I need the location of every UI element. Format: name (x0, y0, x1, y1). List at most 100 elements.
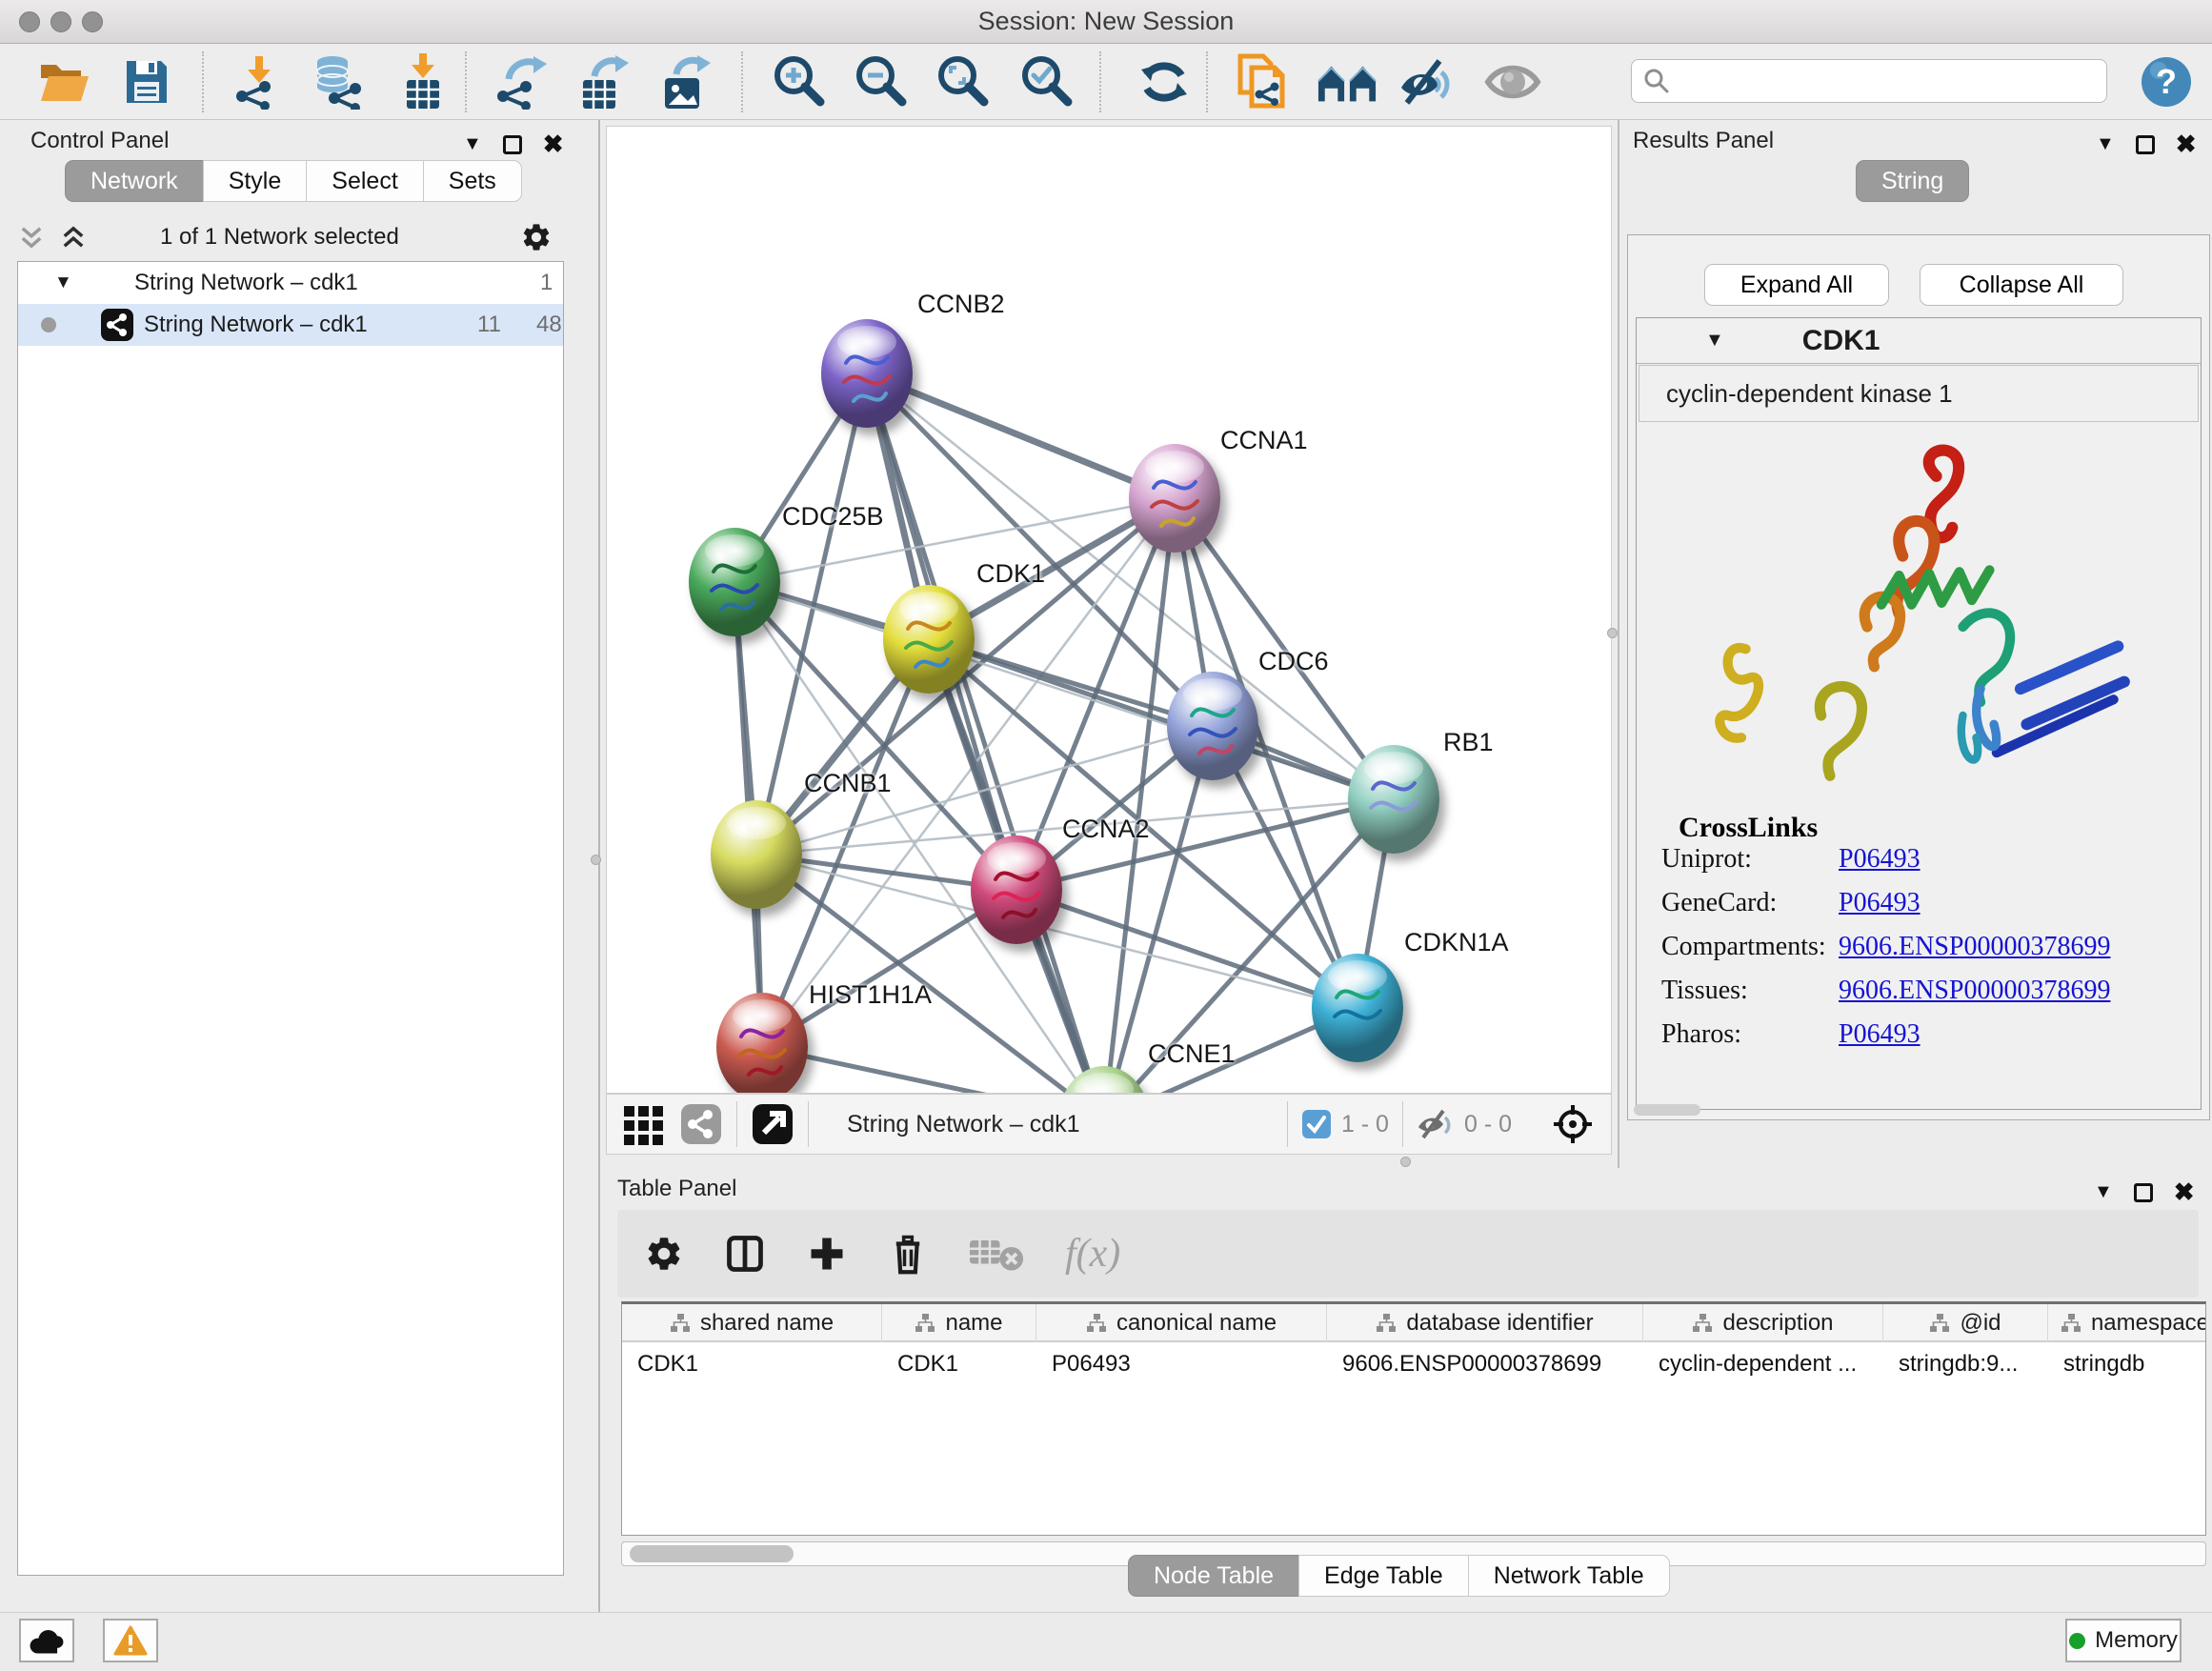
tab-string[interactable]: String (1856, 160, 1969, 202)
crosslink-link[interactable]: 9606.ENSP00000378699 (1839, 976, 2110, 1006)
node-CDC25B[interactable] (689, 528, 780, 636)
panel-float-icon[interactable]: ▼ (2096, 133, 2115, 155)
add-column-icon[interactable] (806, 1233, 848, 1275)
node-HIST1H1A[interactable] (716, 993, 808, 1094)
panel-maximize-icon[interactable] (2136, 135, 2155, 154)
node-CDK1[interactable] (883, 585, 975, 694)
collapse-all-icon[interactable] (17, 223, 46, 252)
panel-close-icon[interactable]: ✖ (2174, 1178, 2195, 1207)
node-CCNB2[interactable] (821, 319, 913, 428)
fit-selected-crosshair-icon[interactable] (1552, 1103, 1594, 1145)
search-input[interactable] (1670, 68, 2089, 94)
show-columns-icon[interactable] (724, 1233, 766, 1275)
bottom-splitter-handle[interactable] (1400, 1157, 1411, 1167)
tab-edge-table[interactable]: Edge Table (1298, 1555, 1469, 1597)
tab-style[interactable]: Style (203, 160, 308, 202)
grid-view-icon[interactable] (622, 1102, 666, 1146)
network-options-gear-icon[interactable] (520, 221, 553, 253)
network-view-icon[interactable] (679, 1102, 723, 1146)
column-header-sharedname[interactable]: shared name (622, 1304, 882, 1342)
node-CCNE1[interactable] (1058, 1066, 1150, 1094)
panel-close-icon[interactable]: ✖ (543, 130, 564, 159)
panel-float-icon[interactable]: ▼ (2094, 1181, 2113, 1203)
network-view-canvas[interactable]: CCNB2CCNA1CDC25BCDK1CDC6RB1CCNB1CCNA2CDK… (606, 126, 1612, 1094)
zoom-selected-button[interactable] (1016, 53, 1076, 111)
panel-maximize-icon[interactable] (2134, 1183, 2153, 1202)
column-header-description[interactable]: description (1643, 1304, 1883, 1342)
warnings-button[interactable] (103, 1619, 158, 1662)
collapse-all-button[interactable]: Collapse All (1920, 264, 2123, 306)
window-close-button[interactable] (19, 11, 40, 32)
export-image-button[interactable] (655, 53, 716, 111)
table-cell[interactable]: P06493 (1036, 1344, 1327, 1384)
tab-network-table[interactable]: Network Table (1468, 1555, 1670, 1597)
function-builder-icon-disabled[interactable]: f(x) (1065, 1231, 1120, 1277)
cloud-button[interactable] (19, 1619, 74, 1662)
right-splitter-handle[interactable] (1607, 628, 1618, 638)
node-result-header[interactable]: ▼ CDK1 (1637, 318, 2201, 364)
node-CCNA2[interactable] (971, 836, 1062, 944)
hidden-eye-slash-icon[interactable] (1417, 1108, 1455, 1140)
export-table-button[interactable] (573, 53, 634, 111)
node-CDC6[interactable] (1167, 672, 1258, 780)
window-minimize-button[interactable] (50, 11, 71, 32)
import-network-database-button[interactable] (307, 53, 368, 111)
tab-node-table[interactable]: Node Table (1128, 1555, 1299, 1597)
selected-checkbox-icon[interactable] (1301, 1109, 1332, 1139)
node-RB1[interactable] (1348, 745, 1439, 854)
show-all-button[interactable] (1482, 53, 1543, 111)
column-header-canonicalname[interactable]: canonical name (1036, 1304, 1327, 1342)
column-header-name[interactable]: name (882, 1304, 1036, 1342)
open-session-button[interactable] (34, 53, 95, 111)
zoom-out-button[interactable] (850, 53, 911, 111)
birdseye-view-icon[interactable] (751, 1102, 794, 1146)
clone-network-button[interactable] (1233, 53, 1294, 111)
tab-select[interactable]: Select (306, 160, 423, 202)
node-CCNA1[interactable] (1129, 444, 1220, 553)
column-header-id[interactable]: @id (1883, 1304, 2048, 1342)
memory-button[interactable]: Memory (2065, 1619, 2182, 1662)
expand-all-button[interactable]: Expand All (1704, 264, 1889, 306)
network-collection-row[interactable]: ▼ String Network – cdk1 1 (18, 262, 563, 304)
crosslink-link[interactable]: P06493 (1839, 844, 1920, 875)
delete-column-icon[interactable] (888, 1232, 928, 1276)
first-neighbors-button[interactable] (1317, 53, 1377, 111)
network-row-selected[interactable]: String Network – cdk1 11 48 (18, 304, 563, 346)
crosslink-link[interactable]: P06493 (1839, 1019, 1920, 1050)
expand-all-icon[interactable] (59, 223, 88, 252)
import-table-button[interactable] (392, 53, 453, 111)
zoom-in-button[interactable] (768, 53, 829, 111)
hide-selected-button[interactable] (1397, 53, 1458, 111)
crosslink-link[interactable]: 9606.ENSP00000378699 (1839, 932, 2110, 962)
left-splitter-handle[interactable] (591, 855, 601, 865)
table-cell[interactable]: stringdb (2048, 1344, 2206, 1384)
zoom-fit-button[interactable] (932, 53, 993, 111)
column-header-namespace[interactable]: namespace (2048, 1304, 2206, 1342)
edge-HIST1H1A-CCNE1[interactable] (762, 1047, 1104, 1094)
window-zoom-button[interactable] (82, 11, 103, 32)
table-cell[interactable]: 9606.ENSP00000378699 (1327, 1344, 1643, 1384)
table-cell[interactable]: cyclin-dependent ... (1643, 1344, 1883, 1384)
crosslink-link[interactable]: P06493 (1839, 888, 1920, 918)
tree-expand-icon[interactable]: ▼ (54, 272, 72, 293)
collapse-triangle-icon[interactable]: ▼ (1705, 330, 1724, 352)
tab-network[interactable]: Network (65, 160, 204, 202)
apply-layout-button[interactable] (1134, 53, 1195, 111)
table-cell[interactable]: CDK1 (882, 1344, 1036, 1384)
panel-close-icon[interactable]: ✖ (2176, 130, 2197, 159)
node-CDKN1A[interactable] (1312, 954, 1403, 1062)
table-cell[interactable]: CDK1 (622, 1344, 882, 1384)
export-network-button[interactable] (492, 53, 553, 111)
save-session-button[interactable] (116, 53, 177, 111)
table-hscrollbar-thumb[interactable] (630, 1545, 794, 1562)
delete-table-icon-disabled[interactable] (968, 1234, 1025, 1274)
help-button[interactable]: ? (2136, 53, 2197, 111)
panel-float-icon[interactable]: ▼ (463, 133, 482, 155)
import-network-file-button[interactable] (229, 53, 290, 111)
search-field[interactable] (1631, 59, 2107, 103)
column-header-databaseidentifier[interactable]: database identifier (1327, 1304, 1643, 1342)
table-cell[interactable]: stringdb:9... (1883, 1344, 2048, 1384)
results-hscrollbar[interactable] (1634, 1104, 1700, 1116)
table-options-gear-icon[interactable] (644, 1234, 684, 1274)
panel-maximize-icon[interactable] (503, 135, 522, 154)
